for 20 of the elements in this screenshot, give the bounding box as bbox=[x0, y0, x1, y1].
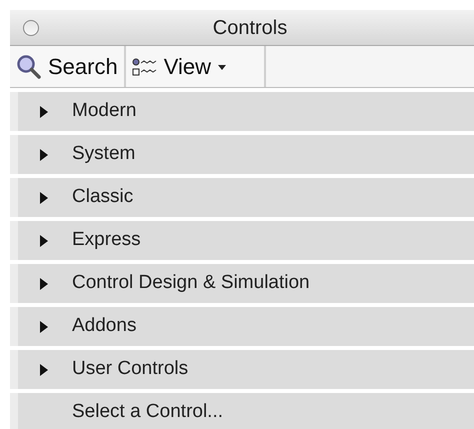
expand-triangle-icon bbox=[40, 364, 48, 376]
caret-icon bbox=[217, 62, 228, 70]
expand-triangle-icon bbox=[40, 234, 48, 246]
palette-category[interactable]: System bbox=[10, 135, 474, 174]
palette-category[interactable]: Classic bbox=[10, 178, 474, 217]
palette-category[interactable]: Express bbox=[10, 221, 474, 260]
palette-category[interactable]: Control Design & Simulation bbox=[10, 264, 474, 303]
palette-category[interactable]: Modern bbox=[10, 92, 474, 131]
palette-category[interactable]: User Controls bbox=[10, 350, 474, 389]
expand-triangle-icon bbox=[40, 106, 48, 118]
palette-category[interactable]: Addons bbox=[10, 307, 474, 346]
expand-triangle-icon bbox=[40, 148, 48, 160]
expand-triangle-icon bbox=[40, 320, 48, 332]
expand-triangle-icon bbox=[40, 192, 48, 204]
search-icon bbox=[16, 54, 42, 80]
close-icon[interactable] bbox=[23, 20, 39, 36]
view-options-icon bbox=[132, 56, 158, 76]
expand-triangle-icon bbox=[40, 278, 48, 290]
window-title: Controls bbox=[212, 16, 288, 40]
select-control-item[interactable]: Select a Control... bbox=[10, 393, 474, 429]
